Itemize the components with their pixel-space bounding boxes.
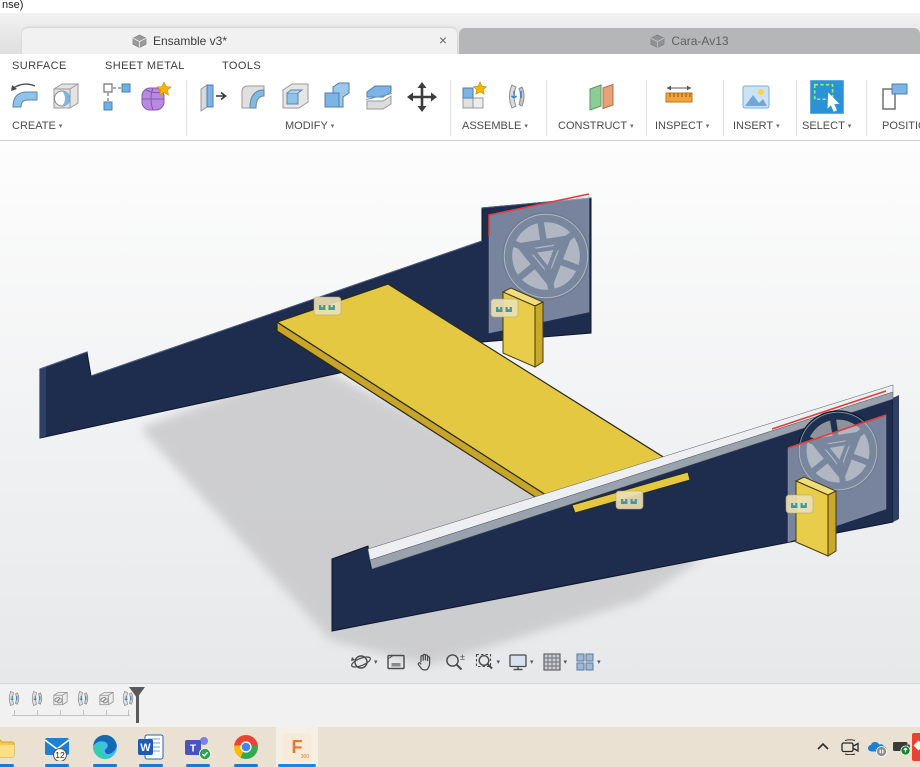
ribbon-tab-tools[interactable]: TOOLS	[222, 60, 261, 72]
svg-text:±: ±	[460, 652, 465, 662]
timeline-joint-icon[interactable]	[28, 689, 47, 709]
group-divider	[546, 80, 547, 136]
joint-badge[interactable]	[615, 490, 644, 510]
group-label-assemble[interactable]: ASSEMBLE ▾	[462, 120, 528, 132]
view-navigation-bar: ▾ ± ▾ ▾ ▾ ▾	[349, 649, 601, 674]
timeline-joint-icon[interactable]	[5, 689, 24, 709]
notification-edge-icon[interactable]	[912, 733, 920, 761]
combine-icon[interactable]	[320, 80, 354, 114]
display-status-icon[interactable]	[892, 739, 912, 761]
timeline-rigid-group-icon[interactable]	[97, 689, 116, 709]
teams-icon[interactable]: T	[184, 733, 212, 761]
group-divider	[450, 80, 451, 136]
zoom-icon[interactable]: ±	[443, 651, 467, 673]
mail-badge-count: 12	[55, 750, 65, 760]
look-at-icon[interactable]	[385, 651, 407, 673]
flange-icon[interactable]	[8, 80, 42, 114]
create-form-icon[interactable]	[138, 80, 172, 114]
document-cube-icon	[651, 34, 665, 48]
group-divider	[646, 80, 647, 136]
timeline-track	[12, 715, 130, 716]
group-label-insert[interactable]: INSERT ▾	[733, 120, 780, 132]
hole-icon[interactable]	[48, 80, 82, 114]
document-tab-bar: Ensamble v3* × Cara-Av13	[0, 13, 920, 54]
group-label-construct[interactable]: CONSTRUCT ▾	[558, 120, 634, 132]
window-title-fragment: nse)	[0, 0, 920, 13]
grid-display-icon[interactable]: ▾	[541, 651, 567, 673]
timeline-joint-icon[interactable]	[74, 689, 93, 709]
document-tab-cara[interactable]: Cara-Av13	[459, 28, 920, 54]
insert-image-icon[interactable]	[739, 80, 773, 114]
document-tab-label: Cara-Av13	[671, 34, 729, 48]
group-label-modify[interactable]: MODIFY ▾	[285, 120, 334, 132]
measure-icon[interactable]	[662, 80, 696, 114]
pan-icon[interactable]	[414, 651, 436, 673]
display-settings-icon[interactable]: ▾	[507, 651, 534, 673]
document-cube-icon	[132, 34, 147, 48]
group-divider	[723, 80, 724, 136]
viewport-canvas[interactable]	[0, 141, 920, 683]
shell-icon[interactable]	[278, 80, 312, 114]
select-icon[interactable]	[808, 78, 846, 116]
windows-taskbar: 12 W T F 360	[0, 727, 920, 767]
joint-icon[interactable]	[500, 80, 534, 114]
onedrive-icon[interactable]	[866, 739, 888, 762]
group-label-inspect[interactable]: INSPECT ▾	[655, 120, 709, 132]
ribbon-tab-sheet-metal[interactable]: SHEET METAL	[105, 60, 185, 72]
word-icon[interactable]: W	[137, 733, 165, 761]
edge-icon[interactable]	[91, 733, 119, 761]
running-indicator	[139, 763, 163, 767]
pattern-icon[interactable]	[100, 80, 134, 114]
zoom-window-icon[interactable]: ▾	[474, 651, 500, 673]
chrome-icon[interactable]	[232, 733, 260, 761]
meet-now-icon[interactable]	[841, 739, 859, 760]
group-label-create[interactable]: CREATE ▾	[12, 120, 62, 132]
joint-badge[interactable]	[313, 296, 342, 316]
document-tab-ensamble[interactable]: Ensamble v3* ×	[22, 28, 457, 54]
svg-text:T: T	[190, 744, 196, 755]
construction-plane-icon[interactable]	[584, 80, 618, 114]
timeline-bar	[0, 683, 920, 727]
timeline-rigid-group-icon[interactable]	[51, 689, 70, 709]
close-icon[interactable]: ×	[439, 32, 447, 48]
tray-expand-icon[interactable]	[815, 739, 831, 760]
running-indicator	[0, 763, 14, 767]
press-pull-icon[interactable]	[196, 80, 230, 114]
svg-text:W: W	[140, 742, 151, 754]
running-indicator	[186, 763, 210, 767]
split-body-icon[interactable]	[362, 80, 396, 114]
title-text: nse)	[2, 0, 24, 11]
document-tab-label: Ensamble v3*	[152, 34, 228, 48]
viewports-icon[interactable]: ▾	[574, 651, 601, 673]
fusion-360-icon[interactable]: F 360	[283, 733, 311, 761]
timeline-playhead-stem[interactable]	[136, 687, 139, 723]
group-divider	[866, 80, 867, 136]
running-indicator	[45, 763, 69, 767]
group-label-position[interactable]: POSITION	[882, 120, 920, 132]
group-label-select[interactable]: SELECT ▾	[802, 120, 851, 132]
new-component-icon[interactable]	[458, 80, 492, 114]
ribbon-tab-surface[interactable]: SURFACE	[12, 60, 67, 72]
joint-badge[interactable]	[490, 298, 519, 318]
running-indicator	[93, 763, 117, 767]
running-indicator	[234, 763, 258, 767]
active-running-indicator	[278, 763, 316, 767]
file-explorer-icon[interactable]	[0, 733, 16, 761]
orbit-icon[interactable]: ▾	[349, 651, 378, 673]
yellow-tab-right[interactable]	[794, 476, 838, 557]
move-copy-icon[interactable]	[405, 80, 439, 114]
fillet-icon[interactable]	[236, 80, 270, 114]
ribbon-toolbar: SURFACE SHEET METAL TOOLS CREATE ▾ MODIFY…	[0, 54, 920, 141]
group-divider	[186, 80, 187, 136]
group-divider	[796, 80, 797, 136]
position-icon[interactable]	[876, 80, 910, 114]
mail-icon[interactable]: 12	[43, 733, 71, 761]
joint-badge[interactable]	[785, 494, 814, 514]
